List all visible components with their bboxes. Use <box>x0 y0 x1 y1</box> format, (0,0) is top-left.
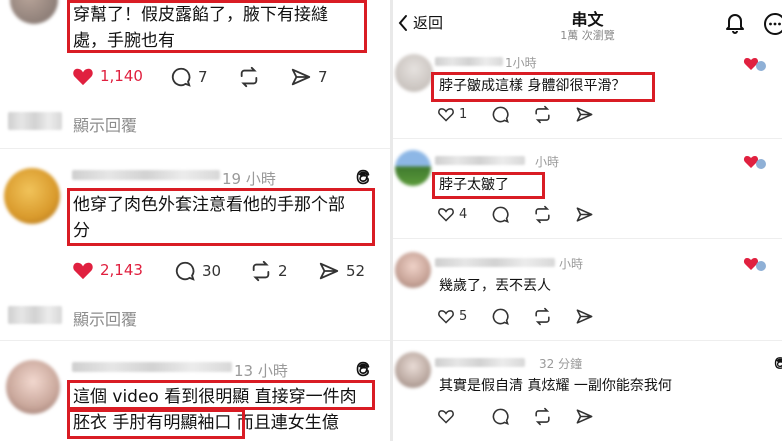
avatar[interactable] <box>10 0 58 24</box>
comment-bubble-icon <box>175 261 195 281</box>
post-time: 1小時 <box>505 56 537 70</box>
blurred-username <box>435 358 525 367</box>
highlight-box <box>67 188 375 246</box>
divider <box>393 138 782 139</box>
like-count: 1 <box>459 106 468 122</box>
bell-icon[interactable] <box>725 12 745 34</box>
highlight-box <box>67 0 367 53</box>
send-icon[interactable] <box>575 105 594 124</box>
right-thread-screenshot: 返回 串文 1萬 次瀏覽 1小時 脖子皺成這樣 身體卻很平滑？ 1 小時 脖子太… <box>393 0 782 441</box>
like-button[interactable]: 1,140 <box>72 66 143 86</box>
repost-icon[interactable] <box>533 407 552 426</box>
repost-button[interactable]: 2 <box>250 260 288 282</box>
like-button[interactable]: 1 <box>437 106 467 122</box>
top-bar: 返回 串文 1萬 次瀏覽 <box>393 0 782 46</box>
comment-bubble-icon[interactable] <box>491 407 510 426</box>
post-time: 小時 <box>535 155 560 169</box>
repost-icon[interactable] <box>533 205 552 224</box>
comment-text: 幾歲了，丟不丟人 <box>439 278 551 294</box>
send-icon[interactable] <box>575 307 594 326</box>
like-count: 1,140 <box>100 67 143 85</box>
more-options-icon[interactable] <box>763 12 782 36</box>
reply-count: 30 <box>202 262 222 280</box>
heart-outline-icon <box>438 208 454 222</box>
liked-by-author-icon <box>743 58 766 71</box>
left-thread-screenshot: 穿幫了！假皮露餡了，腋下有接縫 處，手腕也有 1,140 7 7 顯示回覆 19… <box>0 0 390 441</box>
like-button[interactable]: 4 <box>437 206 467 222</box>
repost-button[interactable] <box>238 66 260 88</box>
post-time: 19 小時 <box>222 170 276 188</box>
blurred-avatars <box>8 112 62 130</box>
blurred-username <box>72 362 232 372</box>
avatar[interactable] <box>395 252 431 288</box>
repost-count: 2 <box>278 262 288 280</box>
divider <box>393 238 782 239</box>
divider <box>0 148 390 149</box>
comment-bubble-icon[interactable] <box>491 205 510 224</box>
share-count: 7 <box>318 68 328 86</box>
blurred-username <box>435 156 525 165</box>
blurred-username <box>72 170 220 180</box>
share-button[interactable]: 52 <box>318 260 365 282</box>
avatar[interactable] <box>4 168 60 224</box>
liked-by-author-icon <box>743 258 766 271</box>
repost-icon[interactable] <box>533 105 552 124</box>
blurred-username <box>435 57 503 66</box>
share-count: 52 <box>346 262 366 280</box>
heart-outline-icon <box>438 108 454 122</box>
avatar[interactable] <box>395 150 431 186</box>
show-replies-link[interactable]: 顯示回覆 <box>73 306 137 330</box>
view-count: 1萬 次瀏覽 <box>560 29 615 42</box>
highlight-box <box>431 72 655 102</box>
heart-outline-icon <box>438 310 454 324</box>
send-icon <box>291 68 311 86</box>
blurred-username <box>435 258 555 267</box>
like-button[interactable]: 2,143 <box>72 260 143 280</box>
send-icon[interactable] <box>575 205 594 224</box>
repost-icon[interactable] <box>533 307 552 326</box>
liked-by-author-icon <box>743 156 766 169</box>
repost-icon <box>252 260 270 282</box>
divider <box>0 340 390 341</box>
heart-filled-icon <box>73 68 93 86</box>
threads-logo-icon[interactable] <box>771 354 782 372</box>
avatar[interactable] <box>6 360 60 414</box>
send-icon[interactable] <box>575 407 594 426</box>
repost-icon <box>240 66 258 88</box>
share-button[interactable]: 7 <box>290 66 328 88</box>
highlight-box <box>432 172 545 199</box>
comment-text: 其實是假自清 真炫耀 一副你能奈我何 <box>439 378 672 394</box>
reply-button[interactable]: 30 <box>174 260 221 282</box>
post-time: 32 分鐘 <box>539 357 583 371</box>
highlight-box <box>67 409 245 439</box>
heart-filled-icon <box>73 262 93 280</box>
show-replies-link[interactable]: 顯示回覆 <box>73 112 137 136</box>
comment-bubble-icon[interactable] <box>491 307 510 326</box>
comment-bubble-icon[interactable] <box>491 105 510 124</box>
like-count: 5 <box>459 308 468 324</box>
avatar[interactable] <box>395 352 431 388</box>
like-button[interactable]: 5 <box>437 308 467 324</box>
reply-button[interactable]: 7 <box>170 66 208 88</box>
like-count: 2,143 <box>100 261 143 279</box>
threads-logo-icon[interactable] <box>352 166 374 188</box>
highlight-box <box>67 380 375 410</box>
heart-outline-icon[interactable] <box>437 408 455 424</box>
post-time: 13 小時 <box>234 362 288 380</box>
avatar[interactable] <box>395 54 433 92</box>
like-count: 4 <box>459 206 468 222</box>
divider <box>393 340 782 341</box>
blurred-avatars <box>8 306 62 324</box>
reply-count: 7 <box>198 68 208 86</box>
comment-bubble-icon <box>171 67 191 87</box>
send-icon <box>319 262 339 280</box>
threads-logo-icon[interactable] <box>352 358 374 380</box>
post-time: 小時 <box>559 257 584 271</box>
